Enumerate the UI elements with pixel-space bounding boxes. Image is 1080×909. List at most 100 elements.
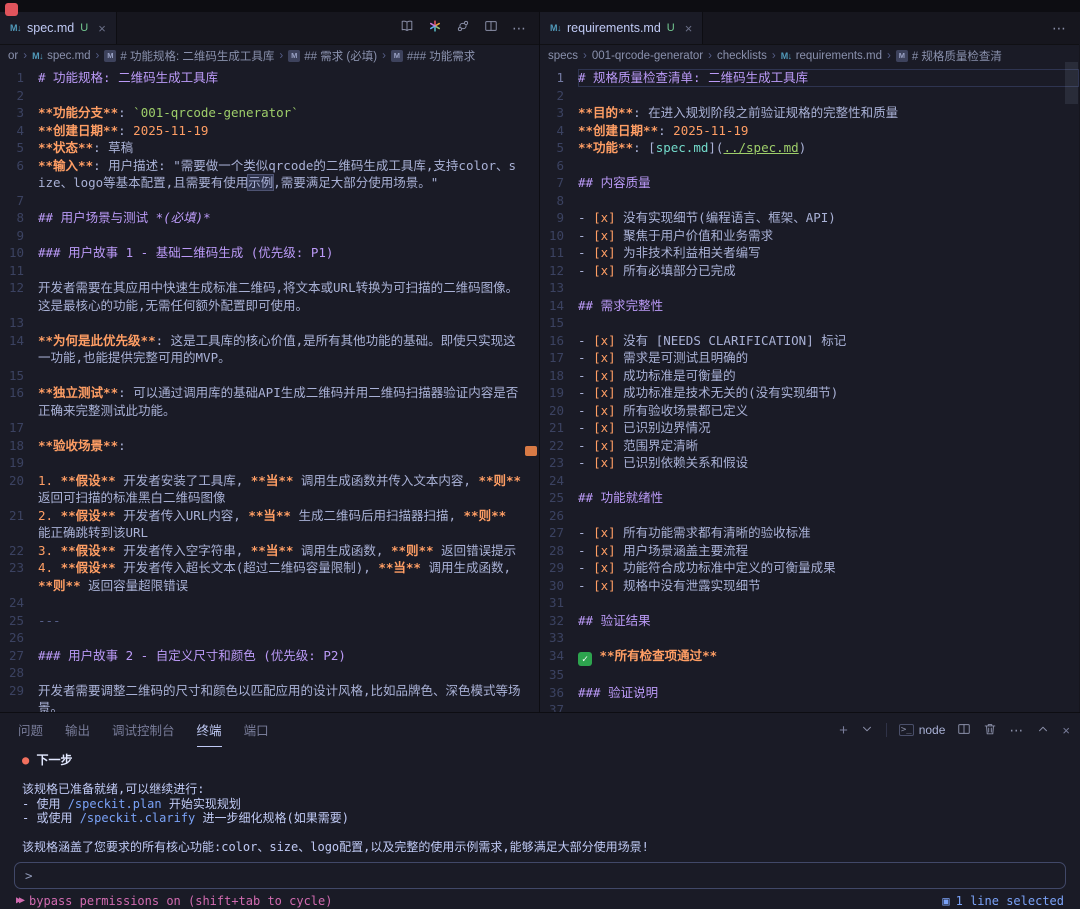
code-line[interactable]: 11- [x] 为非技术利益相关者编写 xyxy=(540,244,1079,262)
code-line[interactable]: 25## 功能就绪性 xyxy=(540,489,1079,507)
code-line[interactable]: 27- [x] 所有功能需求都有清晰的验收标准 xyxy=(540,524,1079,542)
maximize-panel-icon[interactable] xyxy=(1036,722,1050,739)
code-line[interactable]: 12开发者需要在其应用中快速生成标准二维码,将文本或URL转换为可扫描的二维码图… xyxy=(0,279,539,314)
code-line[interactable]: 15 xyxy=(540,314,1079,332)
code-line[interactable]: 3**目的**: 在进入规划阶段之前验证规格的完整性和质量 xyxy=(540,104,1079,122)
code-editor-requirements[interactable]: 1# 规格质量检查清单: 二维码生成工具库23**目的**: 在进入规划阶段之前… xyxy=(540,66,1079,712)
markdown-preview-icon[interactable] xyxy=(400,19,414,38)
close-tab-icon[interactable]: × xyxy=(98,21,106,36)
code-line[interactable]: 7 xyxy=(0,192,539,210)
code-line[interactable]: 19 xyxy=(0,454,539,472)
tab-spec-md[interactable]: M↓ spec.md U × xyxy=(0,12,117,44)
code-line[interactable]: 5**功能**: [spec.md](../spec.md) xyxy=(540,139,1079,157)
close-panel-icon[interactable]: × xyxy=(1062,723,1070,738)
tab-requirements-md[interactable]: M↓ requirements.md U × xyxy=(540,12,703,44)
code-line[interactable]: 19- [x] 成功标准是技术无关的(没有实现细节) xyxy=(540,384,1079,402)
code-line[interactable]: 212. **假设** 开发者传入URL内容, **当** 生成二维码后用扫描器… xyxy=(0,507,539,542)
split-terminal-icon[interactable] xyxy=(957,722,971,739)
code-line[interactable]: 18- [x] 成功标准是可衡量的 xyxy=(540,367,1079,385)
code-line[interactable]: 34✓ **所有检查项通过** xyxy=(540,647,1079,667)
code-line[interactable]: 14## 需求完整性 xyxy=(540,297,1079,315)
breadcrumb-item[interactable]: M↓requirements.md xyxy=(781,50,882,62)
code-line[interactable]: 2 xyxy=(540,87,1079,105)
code-line[interactable]: 1# 规格质量检查清单: 二维码生成工具库 xyxy=(540,69,1079,87)
breadcrumb-item[interactable]: M↓spec.md xyxy=(32,50,90,62)
code-line[interactable]: 17 xyxy=(0,419,539,437)
code-line[interactable]: 28- [x] 用户场景涵盖主要流程 xyxy=(540,542,1079,560)
code-line[interactable]: 15 xyxy=(0,367,539,385)
code-line[interactable]: 1# 功能规格: 二维码生成工具库 xyxy=(0,69,539,87)
code-line[interactable]: 9 xyxy=(0,227,539,245)
code-line[interactable]: 10### 用户故事 1 - 基础二维码生成 (优先级: P1) xyxy=(0,244,539,262)
code-line[interactable]: 29- [x] 功能符合成功标准中定义的可衡量成果 xyxy=(540,559,1079,577)
code-line[interactable]: 8 xyxy=(540,192,1079,210)
code-line[interactable]: 28 xyxy=(0,664,539,682)
code-line[interactable]: 10- [x] 聚焦于用户价值和业务需求 xyxy=(540,227,1079,245)
scrollbar-thumb[interactable] xyxy=(1065,62,1078,104)
panel-tab[interactable]: 端口 xyxy=(244,713,269,747)
code-line[interactable]: 9- [x] 没有实现细节(编程语言、框架、API) xyxy=(540,209,1079,227)
code-line[interactable]: 2 xyxy=(0,87,539,105)
code-editor-spec[interactable]: 1# 功能规格: 二维码生成工具库23**功能分支**: `001-qrcode… xyxy=(0,66,539,712)
code-line[interactable]: 14**为何是此优先级**: 这是工具库的核心价值,是所有其他功能的基础。即使只… xyxy=(0,332,539,367)
kill-terminal-icon[interactable] xyxy=(983,722,997,739)
code-line[interactable]: 18**验收场景**: xyxy=(0,437,539,455)
breadcrumb-item[interactable]: checklists xyxy=(717,50,767,62)
code-line[interactable]: 27### 用户故事 2 - 自定义尺寸和颜色 (优先级: P2) xyxy=(0,647,539,665)
code-line[interactable]: 11 xyxy=(0,262,539,280)
split-editor-icon[interactable] xyxy=(484,19,498,38)
code-line[interactable]: 23- [x] 已识别依赖关系和假设 xyxy=(540,454,1079,472)
code-line[interactable]: 35 xyxy=(540,666,1079,684)
new-terminal-icon[interactable]: + xyxy=(839,722,848,739)
git-compare-icon[interactable] xyxy=(456,19,470,38)
code-line[interactable]: 30- [x] 规格中没有泄露实现细节 xyxy=(540,577,1079,595)
code-line[interactable]: 223. **假设** 开发者传入空字符串, **当** 调用生成函数, **则… xyxy=(0,542,539,560)
code-line[interactable]: 8## 用户场景与测试 *(必填)* xyxy=(0,209,539,227)
code-line[interactable]: 25--- xyxy=(0,612,539,630)
code-line[interactable]: 20- [x] 所有验收场景都已定义 xyxy=(540,402,1079,420)
code-line[interactable]: 33 xyxy=(540,629,1079,647)
code-line[interactable]: 16- [x] 没有 [NEEDS CLARIFICATION] 标记 xyxy=(540,332,1079,350)
code-line[interactable]: 3**功能分支**: `001-qrcode-generator` xyxy=(0,104,539,122)
code-line[interactable]: 22- [x] 范围界定清晰 xyxy=(540,437,1079,455)
breadcrumb-item[interactable]: 001-qrcode-generator xyxy=(592,50,703,62)
panel-more-icon[interactable]: ⋯ xyxy=(1009,722,1024,739)
breadcrumb-item[interactable]: or xyxy=(8,50,18,62)
claude-input-box[interactable]: > xyxy=(14,862,1066,889)
code-line[interactable]: 24 xyxy=(540,472,1079,490)
code-line[interactable]: 26 xyxy=(540,507,1079,525)
code-line[interactable]: 24 xyxy=(0,594,539,612)
code-line[interactable]: 6**输入**: 用户描述: "需要做一个类似qrcode的二维码生成工具库,支… xyxy=(0,157,539,192)
code-line[interactable]: 29开发者需要调整二维码的尺寸和颜色以匹配应用的设计风格,比如品牌色、深色模式等… xyxy=(0,682,539,713)
code-line[interactable]: 26 xyxy=(0,629,539,647)
breadcrumb-item[interactable]: M## 需求 (必填) xyxy=(288,48,377,64)
close-tab-icon[interactable]: × xyxy=(685,21,693,36)
panel-tab[interactable]: 输出 xyxy=(65,713,90,747)
breadcrumb-item[interactable]: M### 功能需求 xyxy=(391,48,475,64)
code-line[interactable]: 36### 验证说明 xyxy=(540,684,1079,702)
code-line[interactable]: 31 xyxy=(540,594,1079,612)
terminal-profile-chevron-icon[interactable] xyxy=(860,722,874,739)
code-line[interactable]: 7## 内容质量 xyxy=(540,174,1079,192)
code-line[interactable]: 21- [x] 已识别边界情况 xyxy=(540,419,1079,437)
bypass-permissions-status[interactable]: ▶▶ bypass permissions on (shift+tab to c… xyxy=(16,894,332,908)
panel-tab[interactable]: 终端 xyxy=(197,713,222,747)
terminal-output[interactable]: ● 下一步该规格已准备就绪,可以继续进行:- 使用 /speckit.plan … xyxy=(0,747,1080,855)
code-line[interactable]: 201. **假设** 开发者安装了工具库, **当** 调用生成函数并传入文本… xyxy=(0,472,539,507)
code-line[interactable]: 13 xyxy=(0,314,539,332)
breadcrumb-item[interactable]: specs xyxy=(548,50,578,62)
breadcrumb-item[interactable]: M# 规格质量检查清 xyxy=(896,48,1002,64)
code-line[interactable]: 234. **假设** 开发者传入超长文本(超过二维码容量限制), **当** … xyxy=(0,559,539,594)
code-line[interactable]: 32## 验证结果 xyxy=(540,612,1079,630)
code-line[interactable]: 13 xyxy=(540,279,1079,297)
panel-tab[interactable]: 调试控制台 xyxy=(112,713,175,747)
breadcrumb-item[interactable]: M# 功能规格: 二维码生成工具库 xyxy=(104,48,274,64)
more-actions-icon[interactable]: ⋯ xyxy=(1052,20,1067,37)
panel-tab[interactable]: 问题 xyxy=(18,713,43,747)
code-line[interactable]: 16**独立测试**: 可以通过调用库的基础API生成二维码并用二维码扫描器验证… xyxy=(0,384,539,419)
code-line[interactable]: 17- [x] 需求是可测试且明确的 xyxy=(540,349,1079,367)
code-line[interactable]: 6 xyxy=(540,157,1079,175)
code-line[interactable]: 5**状态**: 草稿 xyxy=(0,139,539,157)
terminal-instance-node[interactable]: >_ node xyxy=(899,723,946,737)
extension-action-icon[interactable] xyxy=(428,19,442,38)
